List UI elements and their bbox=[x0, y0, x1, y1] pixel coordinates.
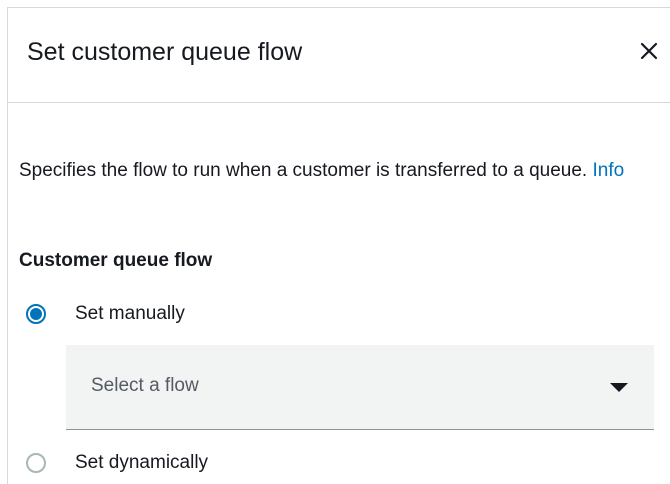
section-label: Customer queue flow bbox=[19, 250, 213, 271]
flow-select[interactable]: Select a flow bbox=[66, 345, 654, 430]
option-label: Set dynamically bbox=[75, 452, 209, 473]
description: Specifies the flow to run when a custome… bbox=[19, 157, 639, 185]
option-set-dynamically[interactable]: Set dynamically bbox=[26, 452, 208, 474]
radio-button[interactable] bbox=[26, 453, 46, 473]
caret-down-icon bbox=[610, 383, 628, 392]
option-set-manually[interactable]: Set manually bbox=[26, 303, 185, 325]
close-button[interactable] bbox=[636, 38, 664, 66]
panel-title: Set customer queue flow bbox=[27, 38, 303, 66]
info-link[interactable]: Info bbox=[592, 160, 624, 181]
close-icon bbox=[640, 42, 658, 60]
option-label: Set manually bbox=[75, 303, 185, 324]
panel-header: Set customer queue flow bbox=[8, 8, 670, 103]
description-text: Specifies the flow to run when a custome… bbox=[19, 160, 588, 181]
select-placeholder: Select a flow bbox=[91, 375, 199, 396]
radio-button-selected[interactable] bbox=[26, 304, 46, 324]
